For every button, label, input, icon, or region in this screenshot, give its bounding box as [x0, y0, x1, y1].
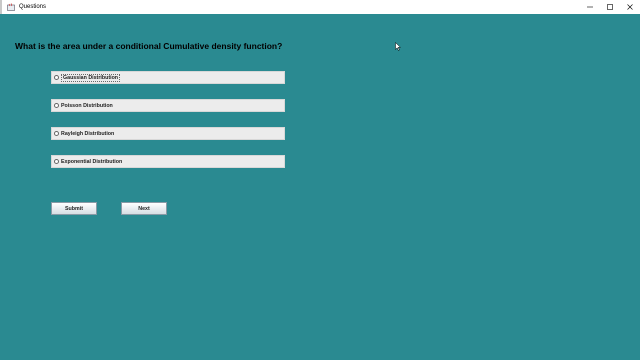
minimize-button[interactable] [580, 0, 600, 14]
option-label: Exponential Distribution [61, 158, 123, 165]
radio-icon[interactable] [54, 131, 59, 136]
minimize-icon [587, 6, 593, 8]
option-rayleigh[interactable]: Rayleigh Distribution [51, 127, 285, 140]
option-label: Poisson Distribution [61, 102, 113, 109]
option-exponential[interactable]: Exponential Distribution [51, 155, 285, 168]
left-edge [0, 0, 2, 14]
title-bar: Questions [0, 0, 640, 14]
maximize-button[interactable] [600, 0, 620, 14]
mouse-pointer-icon [395, 42, 401, 51]
next-button[interactable]: Next [121, 202, 167, 215]
window-controls [580, 0, 640, 14]
radio-icon[interactable] [54, 75, 59, 80]
question-text: What is the area under a conditional Cum… [15, 41, 283, 51]
option-label: Rayleigh Distribution [61, 130, 115, 137]
option-poisson[interactable]: Poisson Distribution [51, 99, 285, 112]
option-gaussian[interactable]: Gaussian Distribution [51, 71, 285, 84]
window-title: Questions [19, 4, 47, 10]
submit-button[interactable]: Submit [51, 202, 97, 215]
java-app-icon [7, 3, 15, 11]
radio-icon[interactable] [54, 103, 59, 108]
app-window: Questions What is the area under a condi… [0, 0, 640, 360]
radio-icon[interactable] [54, 159, 59, 164]
option-label: Gaussian Distribution [61, 73, 121, 82]
close-icon [627, 4, 633, 10]
close-button[interactable] [620, 0, 640, 14]
maximize-icon [607, 4, 613, 10]
